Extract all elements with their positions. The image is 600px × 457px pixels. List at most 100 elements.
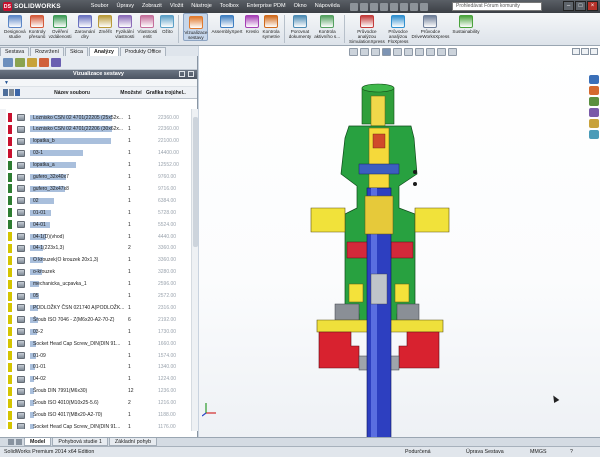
left-impeller[interactable] — [318, 331, 360, 369]
community-search-input[interactable]: Prohledávat Fórum komunity — [452, 2, 542, 11]
list-item[interactable]: 05 1 2572.00 — [0, 291, 190, 301]
shaft-sleeve[interactable] — [364, 195, 394, 235]
filter-row[interactable]: ▼ — [0, 79, 197, 87]
panel-pin-icon[interactable] — [179, 71, 186, 77]
print-icon[interactable] — [379, 2, 388, 11]
list-item[interactable]: Socket Head Cap Screw_DIN(DIN 91... 1 1660… — [0, 339, 190, 349]
list-item[interactable]: 04-1(D)(vhod) 1 4440.00 — [0, 232, 190, 241]
minimize-icon[interactable]: – — [563, 1, 574, 11]
cmd-button-9[interactable]: AssemblyXpert — [211, 13, 242, 34]
help-icon[interactable]: ? — [570, 449, 573, 455]
cmd-button-10[interactable]: Kreslo — [245, 13, 260, 34]
cmd-button-13[interactable]: Kontrola aktivního s... — [314, 13, 340, 39]
select-icon[interactable] — [399, 2, 408, 11]
cmd-button-12[interactable]: Porovnat dokumenty — [289, 13, 311, 39]
list-item[interactable]: gufero_32x40x7 1 9760.00 — [0, 172, 190, 182]
list-item[interactable]: 01-01 1 5728.00 — [0, 208, 190, 218]
list-item[interactable]: 03-1 1 14400.00 — [0, 148, 190, 158]
left-flange[interactable] — [310, 207, 346, 233]
left-spacer[interactable] — [348, 283, 364, 303]
rebuild-icon[interactable] — [409, 2, 418, 11]
list-item[interactable]: 04-01 1 5524.00 — [0, 220, 190, 230]
right-impeller[interactable] — [398, 331, 440, 369]
open-icon[interactable] — [359, 2, 368, 11]
cmd-button-4[interactable]: Změřit — [98, 13, 113, 34]
list-item[interactable]: Socket Head Cap Screw_DIN(DIN 91... 1 1176… — [0, 422, 190, 429]
cmd-button-3[interactable]: Zarovnání díry — [75, 13, 95, 39]
undo-icon[interactable] — [389, 2, 398, 11]
column-quantity[interactable]: Množství — [116, 90, 146, 96]
new-icon[interactable] — [349, 2, 358, 11]
part-column-icon[interactable] — [15, 89, 20, 96]
right-flange[interactable] — [414, 207, 450, 233]
column-graphics-triangles[interactable]: Grafika trojúhel... — [146, 90, 186, 96]
menu-enterprise-pdm[interactable]: Enterprise PDM — [243, 0, 290, 13]
display-manager-icon[interactable] — [51, 58, 61, 67]
list-item[interactable]: O krouzek(O krouzek 20x1,3) 1 3360.00 — [0, 255, 190, 265]
scrollbar-thumb[interactable] — [193, 117, 198, 247]
menu-napoveda[interactable]: Nápověda — [311, 0, 344, 13]
dimxpert-icon[interactable] — [39, 58, 49, 67]
filter-icon[interactable]: ▼ — [4, 80, 9, 86]
right-spacer[interactable] — [394, 283, 410, 303]
list-item[interactable]: mechanicka_ucpavka_1 1 2596.00 — [0, 279, 190, 289]
cm-tab-3[interactable]: Analýzy — [88, 47, 119, 56]
list-item[interactable]: Šroub DIN 7991(M6x30) 12 1236.00 — [0, 386, 190, 396]
list-item[interactable]: Loznisko CSN 02 4701(22205 (25x52x... 1 22… — [0, 113, 190, 122]
list-scrollbar[interactable] — [191, 109, 198, 431]
left-bearing-top[interactable] — [346, 241, 370, 259]
list-item[interactable]: Loznisko CSN 02 4701(22206 (30x62x... 1 22… — [0, 124, 190, 134]
save-icon[interactable] — [369, 2, 378, 11]
menu-toolbox[interactable]: Toolbox — [216, 0, 243, 13]
column-file-name[interactable]: Název souboru — [28, 90, 116, 96]
options-icon[interactable] — [419, 2, 428, 11]
cmd-button-1[interactable]: Kontroly přesunů — [29, 13, 46, 39]
bar-column-icon[interactable] — [9, 89, 14, 96]
list-item[interactable]: 04-1(223x1,3) 2 3360.00 — [0, 243, 190, 253]
graphics-area[interactable] — [199, 46, 600, 437]
menu-vlozit[interactable]: Vložit — [166, 0, 187, 13]
list-item[interactable]: 01-09 1 1574.00 — [0, 351, 190, 360]
right-bearing-top[interactable] — [390, 241, 414, 259]
list-item[interactable]: gufero_32x47x8 1 9716.00 — [0, 184, 190, 194]
cm-tab-2[interactable]: Skica — [64, 47, 88, 56]
cmd-button-11[interactable]: Kontrola symetrie — [262, 13, 280, 39]
close-icon[interactable]: × — [587, 1, 598, 11]
bottom-tab-0[interactable]: Model — [24, 438, 52, 446]
menu-okno[interactable]: Okno — [290, 0, 311, 13]
maximize-icon[interactable]: □ — [575, 1, 586, 11]
cmd-button-6[interactable]: Vlastnosti entit — [137, 13, 157, 39]
upper-bearing[interactable] — [358, 163, 400, 175]
list-item[interactable]: lopatka_a 1 12552.00 — [0, 160, 190, 170]
cmd-button-8[interactable]: Vizualizace sestavy — [183, 13, 209, 41]
cm-tab-1[interactable]: Rozvržení — [30, 47, 64, 56]
flag-column-icon[interactable] — [3, 89, 8, 96]
list-item[interactable]: Šroub ISO 4010(M10x25-5.6) 2 1216.00 — [0, 398, 190, 408]
top-shaft-end[interactable] — [361, 83, 395, 93]
menu-nastroje[interactable]: Nástroje — [187, 0, 215, 13]
cmd-button-14[interactable]: Průvodce analýzou SimulationXpress — [349, 13, 385, 44]
inner-shaft-yellow[interactable] — [370, 95, 386, 127]
bottom-tab-1[interactable]: Pohybová studie 1 — [52, 438, 108, 446]
list-item[interactable]: o-krouzek 1 3280.00 — [0, 267, 190, 277]
list-item[interactable]: Šroub ISO 7046 - Z(M6x20-A2-70-Z) 6 2192.0… — [0, 315, 190, 325]
assembly-section-model[interactable] — [199, 46, 600, 437]
cmd-button-7[interactable]: Ožito — [160, 13, 175, 34]
cmd-button-16[interactable]: Průvodce DriveWorksXpress — [411, 13, 449, 39]
list-item[interactable]: PODLOŽKY ČSN 021740 A(PODLOŽK... 1 2316.00 — [0, 303, 190, 313]
property-manager-icon[interactable] — [15, 58, 25, 67]
bottom-tab-2[interactable]: Základní pohyb — [108, 438, 158, 446]
menu-zobrazit[interactable]: Zobrazit — [138, 0, 166, 13]
cm-tab-4[interactable]: Produkty Office — [119, 47, 167, 56]
list-item[interactable]: Šroub ISO 4017(M8x20-A2-70) 1 1188.00 — [0, 410, 190, 420]
right-bearing-gray[interactable] — [396, 303, 420, 321]
status-units[interactable]: MMGS — [530, 449, 546, 455]
cm-tab-0[interactable]: Sestava — [0, 47, 30, 56]
feature-tree-icon[interactable] — [3, 58, 13, 67]
list-item[interactable]: 02 1 6384.00 — [0, 196, 190, 206]
tab-prev-icon[interactable] — [8, 439, 14, 445]
cmd-button-5[interactable]: Fyzikální vlastnosti — [115, 13, 134, 39]
cmd-button-2[interactable]: Ověření vzdálenosti — [49, 13, 72, 39]
tab-next-icon[interactable] — [16, 439, 22, 445]
cmd-button-15[interactable]: Průvodce analýzou FloXpress — [388, 13, 408, 44]
